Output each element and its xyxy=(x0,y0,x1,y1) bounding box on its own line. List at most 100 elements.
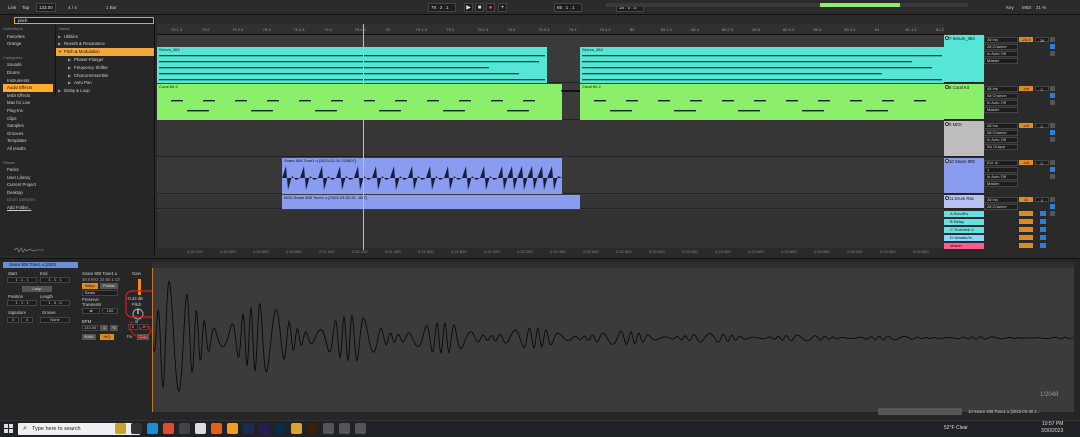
envelope-field[interactable]: 100 xyxy=(102,308,118,314)
loop-button[interactable]: Loop xyxy=(22,286,52,292)
illustrator-icon[interactable] xyxy=(307,423,318,434)
input-select[interactable]: Ext. In xyxy=(984,160,1018,166)
track-arm-button[interactable] xyxy=(1050,51,1055,56)
chrome-icon[interactable] xyxy=(163,423,174,434)
track-arm-button[interactable] xyxy=(1050,137,1055,142)
end-field[interactable]: 1 . 1 . 1 xyxy=(40,277,70,283)
follow-button[interactable]: Follow xyxy=(100,283,118,289)
track-mute-button[interactable] xyxy=(1050,197,1055,202)
channel-select[interactable]: All Channe xyxy=(984,44,1018,50)
channel-select[interactable]: 1 xyxy=(984,167,1018,173)
bpm-field[interactable]: 133.00 xyxy=(82,325,98,331)
ableton-live-icon[interactable] xyxy=(323,423,334,434)
output-select[interactable]: No Output xyxy=(984,144,1018,150)
window-b-icon[interactable] xyxy=(355,423,366,434)
list-item[interactable]: ▶ Delay & Loop xyxy=(56,87,154,95)
half-tempo-button[interactable]: :2 xyxy=(100,325,108,331)
return-solo-button[interactable] xyxy=(1040,235,1046,240)
track-volume[interactable]: -inf xyxy=(1019,123,1033,128)
track-volume[interactable]: -23.6 xyxy=(1019,37,1033,42)
track-volume[interactable]: -inf xyxy=(1019,160,1033,165)
tempo-field[interactable]: 133.00 xyxy=(36,3,56,12)
return-volume[interactable] xyxy=(1019,219,1033,224)
overview-scrollbar[interactable] xyxy=(878,408,962,415)
return-solo-button[interactable] xyxy=(1040,211,1046,216)
groove-select[interactable]: None xyxy=(40,317,70,323)
track-arm-button[interactable] xyxy=(1050,100,1055,105)
output-select[interactable]: Master xyxy=(984,58,1018,64)
clip-title[interactable]: Snare 808 Tone1 u [2023 xyxy=(3,262,78,268)
return-volume[interactable] xyxy=(1019,211,1033,216)
track-pan[interactable]: C xyxy=(1035,86,1049,92)
track-solo-button[interactable] xyxy=(1050,204,1055,209)
sidebar-item-max-for-live[interactable]: Max for Live xyxy=(3,99,53,107)
link-button[interactable]: Link xyxy=(8,4,16,11)
track-pan[interactable]: C xyxy=(1035,160,1049,166)
sidebar-item-midi-effects[interactable]: MIDI Effects xyxy=(3,92,53,100)
list-item[interactable]: ▶ Auto Pan xyxy=(56,79,154,87)
track-solo-button[interactable] xyxy=(1050,44,1055,49)
sidebar-item-current-project[interactable]: Current Project xyxy=(3,181,53,189)
return-solo-button[interactable] xyxy=(1040,243,1046,248)
hiq-button[interactable]: HiQ xyxy=(100,334,114,340)
overview-bar[interactable] xyxy=(606,3,968,7)
monitor-buttons[interactable]: In Auto Off xyxy=(984,100,1018,106)
sidebar-item-instruments[interactable]: Instruments xyxy=(3,77,53,85)
monitor-buttons[interactable]: In Auto Off xyxy=(984,174,1018,180)
sample-waveform[interactable] xyxy=(152,268,1074,412)
return-track-2[interactable]: C TrueVerb II xyxy=(944,227,984,233)
track-header[interactable]: 11 Drum Rac xyxy=(944,195,984,209)
track-pan[interactable]: 0 xyxy=(1035,197,1049,203)
time-ruler[interactable]: 2:20.200 2:20.400 2:20.600 2:20.800 2:21.000… xyxy=(157,248,944,257)
track-header[interactable]: 8 Coral Kit xyxy=(944,84,984,120)
track-mute-button[interactable] xyxy=(1050,123,1055,128)
clip-snare-audio[interactable]: Snare 808 Tone1 u [2023-03-30 225807] xyxy=(282,158,562,194)
track-solo-button[interactable] xyxy=(1050,167,1055,172)
audition-icon[interactable] xyxy=(243,423,254,434)
sidebar-item-samples[interactable]: Samples xyxy=(3,122,53,130)
sidebar-item-plug-ins[interactable]: Plug-Ins xyxy=(3,107,53,115)
premiere-icon[interactable] xyxy=(259,423,270,434)
windows-start-icon[interactable] xyxy=(4,424,13,433)
stop-button[interactable]: ■ xyxy=(475,3,484,12)
sidebar-item-desktop[interactable]: Desktop xyxy=(3,189,53,197)
track-header[interactable]: 9 MIDI xyxy=(944,121,984,157)
list-item[interactable]: ▶ Utilities xyxy=(56,33,154,41)
list-item[interactable]: ▶ Chorus-Ensemble xyxy=(56,72,154,80)
track-pan[interactable]: 26 xyxy=(1035,37,1049,43)
key-map-button[interactable]: Key xyxy=(1006,4,1014,11)
list-item[interactable]: ▶ Frequency Shifter xyxy=(56,64,154,72)
warp-mode-select[interactable]: Beats xyxy=(82,290,118,296)
play-button[interactable]: ▶ xyxy=(464,3,473,12)
start-field[interactable]: 1 . 1 . 1 xyxy=(7,277,37,283)
sidebar-item-clips[interactable]: Clips xyxy=(3,115,53,123)
quantize-menu[interactable]: 1 Bar xyxy=(106,4,117,11)
task-view-icon[interactable] xyxy=(131,423,142,434)
double-tempo-button[interactable]: *2 xyxy=(110,325,118,331)
playhead[interactable] xyxy=(363,24,364,250)
ram-button[interactable]: RAM xyxy=(82,334,96,340)
beat-ruler[interactable]: 79.1.3 79.2 79.2.3 79.3 79.3.3 79.4 79.4.3 79 79… xyxy=(157,24,944,35)
browser-search-input[interactable]: pitch xyxy=(14,17,154,24)
files-icon[interactable] xyxy=(179,423,190,434)
record-button[interactable]: ● xyxy=(486,3,495,12)
track-header[interactable]: 7 Serum_384 xyxy=(944,35,984,83)
sidebar-item-grooves[interactable]: Grooves xyxy=(3,130,53,138)
loop-start-field[interactable]: 65 . 1 . 1 xyxy=(554,3,582,12)
window-a-icon[interactable] xyxy=(339,423,350,434)
return-solo-button[interactable] xyxy=(1040,219,1046,224)
input-select[interactable]: All Ins xyxy=(984,197,1018,203)
tap-button[interactable]: Tap xyxy=(22,4,29,11)
track-pan[interactable]: C xyxy=(1035,123,1049,129)
monitor-buttons[interactable]: In Auto Off xyxy=(984,137,1018,143)
warp-button[interactable]: Warp xyxy=(82,283,98,289)
ableton-icon[interactable] xyxy=(195,423,206,434)
monitor-buttons[interactable]: In Auto Off xyxy=(984,51,1018,57)
channel-select[interactable]: All Channe xyxy=(984,130,1018,136)
clip-serum-a[interactable]: Serum_384 xyxy=(157,47,547,83)
explorer-icon[interactable] xyxy=(291,423,302,434)
position-field[interactable]: 79 . 3 . 1 xyxy=(428,3,456,12)
sidebar-item-orange[interactable]: Orange xyxy=(3,40,53,48)
channel-select[interactable]: All Channe xyxy=(984,204,1018,210)
track-volume[interactable]: 11 xyxy=(1019,197,1033,202)
